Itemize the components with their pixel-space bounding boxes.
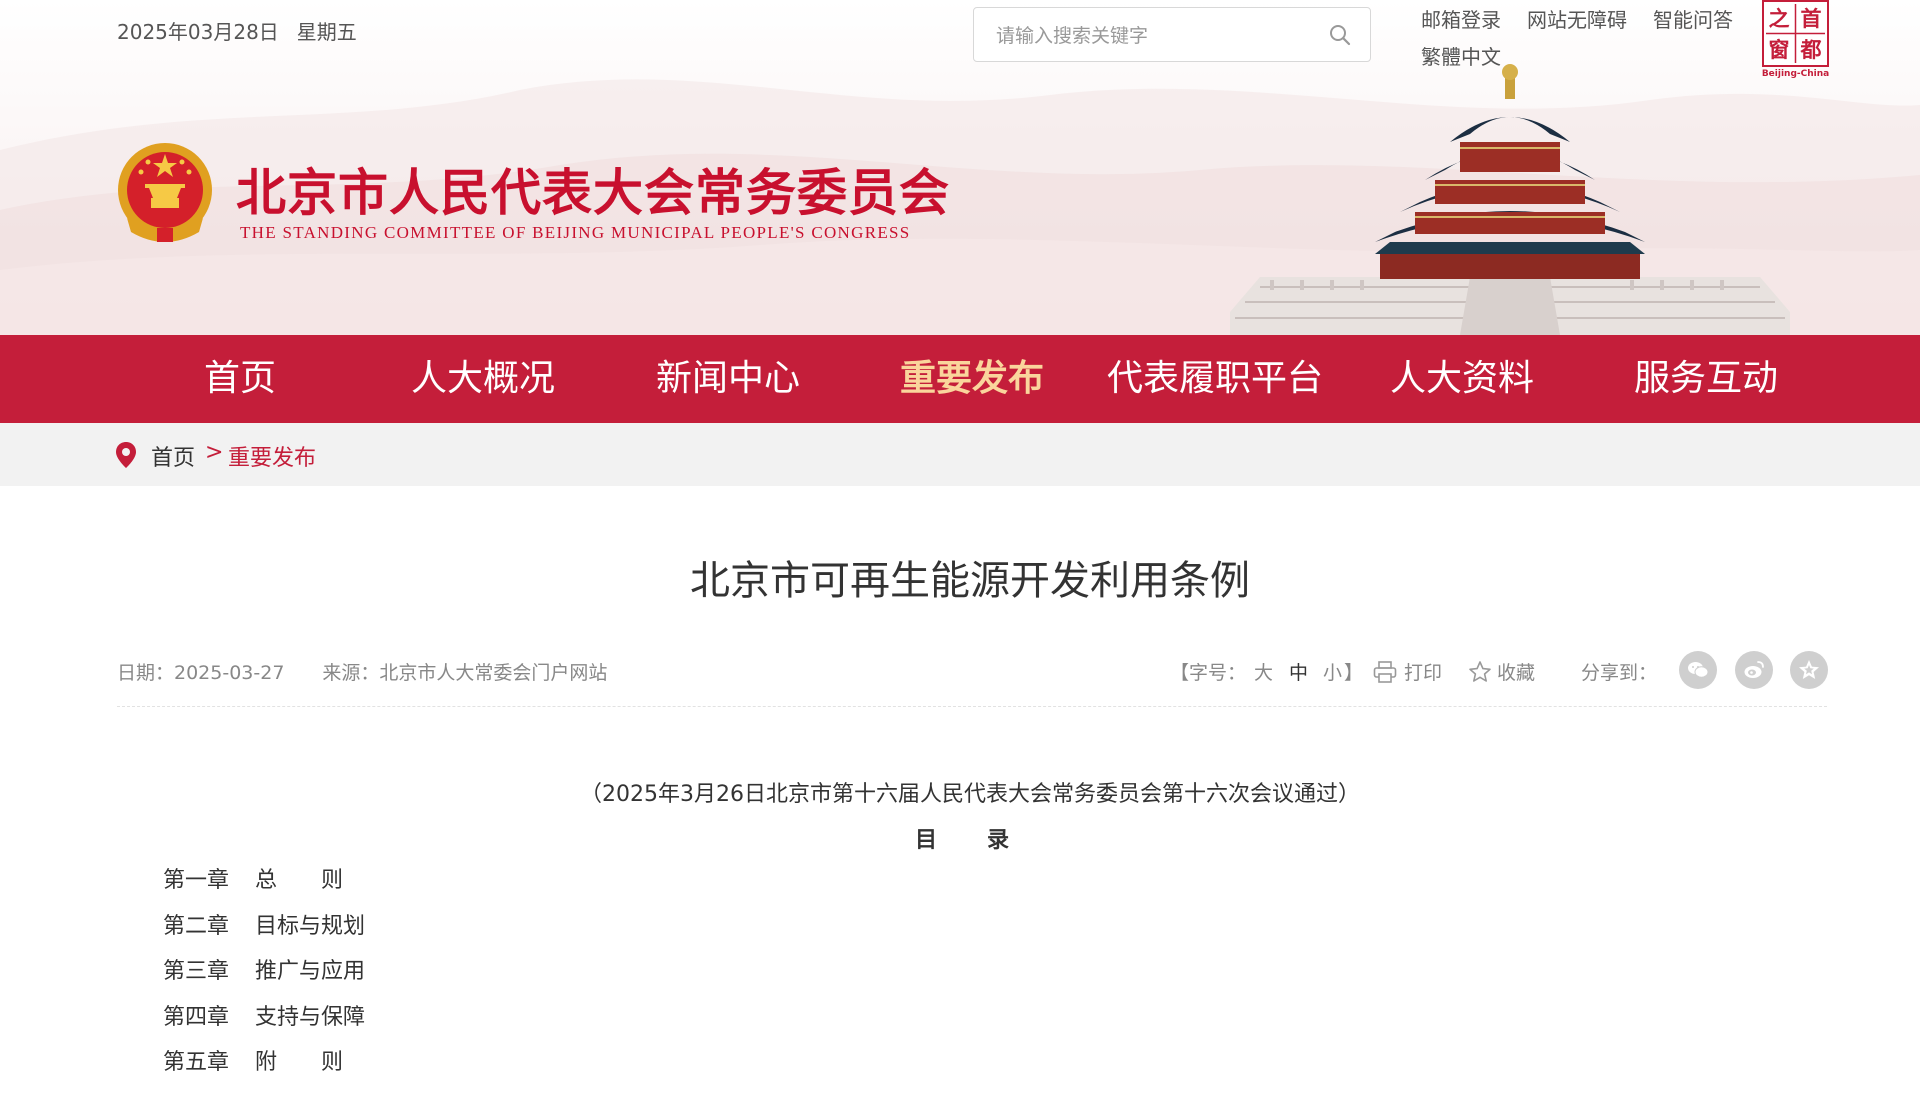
toc-chapter: 第四章: [163, 1004, 230, 1030]
favorite-share-icon: [1799, 660, 1819, 679]
search-box: [973, 7, 1371, 62]
breadcrumb-home[interactable]: 首页: [151, 440, 195, 472]
badge-char-shou: 首: [1801, 7, 1822, 31]
meta-divider: [117, 706, 1827, 707]
toc-chapter: 第五章: [163, 1050, 230, 1075]
top-links: 邮箱登录 网站无障碍 智能问答 繁體中文: [1421, 4, 1759, 70]
print-button[interactable]: 打印: [1404, 658, 1442, 685]
weekday-text: 星期五: [296, 20, 357, 44]
national-emblem-icon: [118, 143, 212, 242]
weibo-icon: [1744, 661, 1764, 678]
nav-item-materials[interactable]: 人大资料: [1382, 335, 1542, 423]
mail-login-link[interactable]: 邮箱登录: [1421, 8, 1501, 32]
font-size-large[interactable]: 大: [1254, 658, 1273, 685]
article-meta: 日期：2025-03-27 来源：北京市人大常委会门户网站: [117, 658, 607, 685]
toc-item: 第一章总 则: [163, 866, 365, 912]
favorite-button[interactable]: 收藏: [1497, 658, 1535, 685]
badge-char-zhi: 之: [1769, 7, 1790, 31]
share-weibo-button[interactable]: [1735, 651, 1773, 689]
toc-chapter: 第一章: [163, 868, 230, 893]
font-size-medium[interactable]: 中: [1289, 658, 1308, 685]
breadcrumb-current[interactable]: 重要发布: [228, 440, 316, 472]
toc-chapter: 第二章: [163, 913, 230, 939]
location-pin-icon: [116, 442, 136, 468]
share-label: 分享到：: [1581, 662, 1658, 684]
table-of-contents: 第一章总 则 第二章 目标与规划 第三章 推广与应用 第四章 支持与保障 第五章附 则: [163, 866, 365, 1094]
font-size-close: 】: [1344, 662, 1364, 684]
font-size-label: 【字号：: [1170, 662, 1247, 684]
site-title: 北京市人民代表大会常务委员会: [236, 164, 950, 222]
article-date: 日期：2025-03-27: [117, 662, 285, 684]
date-text: 2025年03月28日: [117, 20, 279, 44]
site-header: 2025年03月28日星期五 邮箱登录网站无障碍智能问答 繁體中文 首 都 之 …: [0, 0, 1920, 335]
toc-chapter-name: 附 则: [255, 1050, 344, 1075]
temple-of-heaven-image: [1230, 64, 1790, 335]
toc-chapter: 第三章: [163, 959, 230, 984]
accessibility-link[interactable]: 网站无障碍: [1527, 8, 1627, 32]
smart-qa-link[interactable]: 智能问答: [1653, 8, 1733, 32]
toc-item: 第三章 推广与应用: [163, 957, 365, 1003]
nav-item-news[interactable]: 新闻中心: [648, 335, 808, 423]
toc-chapter-name: 目标与规划: [255, 913, 366, 939]
article-title: 北京市可再生能源开发利用条例: [690, 558, 1250, 604]
passed-note: （2025年3月26日北京市第十六届人民代表大会常务委员会第十六次会议通过）: [580, 782, 1360, 807]
wechat-icon: [1688, 662, 1709, 678]
share-wechat-button[interactable]: [1679, 651, 1717, 689]
article-source: 来源：北京市人大常委会门户网站: [322, 662, 608, 684]
toc-chapter-name: 总 则: [255, 868, 344, 893]
site-title-en: THE STANDING COMMITTEE OF BEIJING MUNICI…: [240, 223, 911, 242]
toc-title: 目录: [915, 828, 1060, 853]
nav-item-deputy-platform[interactable]: 代表履职平台: [1105, 335, 1325, 423]
badge-char-du: 都: [1800, 38, 1822, 62]
search-input[interactable]: [994, 18, 1318, 54]
search-icon[interactable]: [1328, 23, 1352, 47]
breadcrumb-separator: >: [205, 440, 224, 465]
toc-item: 第二章 目标与规划: [163, 912, 365, 958]
toc-chapter-name: 支持与保障: [255, 1004, 366, 1030]
badge-char-chuang: 窗: [1769, 38, 1790, 62]
main-nav: 首页 人大概况 新闻中心 重要发布 代表履职平台 人大资料 服务互动: [0, 335, 1920, 423]
print-icon[interactable]: [1373, 661, 1397, 683]
font-size-small[interactable]: 小: [1323, 658, 1342, 685]
star-icon[interactable]: [1468, 660, 1492, 684]
nav-item-home[interactable]: 首页: [180, 335, 300, 423]
nav-item-overview[interactable]: 人大概况: [403, 335, 563, 423]
toc-chapter-name: 推广与应用: [255, 959, 366, 984]
breadcrumb: 首页 > 重要发布: [0, 423, 1920, 486]
toc-item: 第四章 支持与保障: [163, 1003, 365, 1049]
share-favorite-button[interactable]: [1790, 651, 1828, 689]
nav-item-services[interactable]: 服务互动: [1626, 335, 1786, 423]
nav-item-releases[interactable]: 重要发布: [892, 335, 1052, 423]
current-date: 2025年03月28日 星期五: [117, 16, 357, 45]
